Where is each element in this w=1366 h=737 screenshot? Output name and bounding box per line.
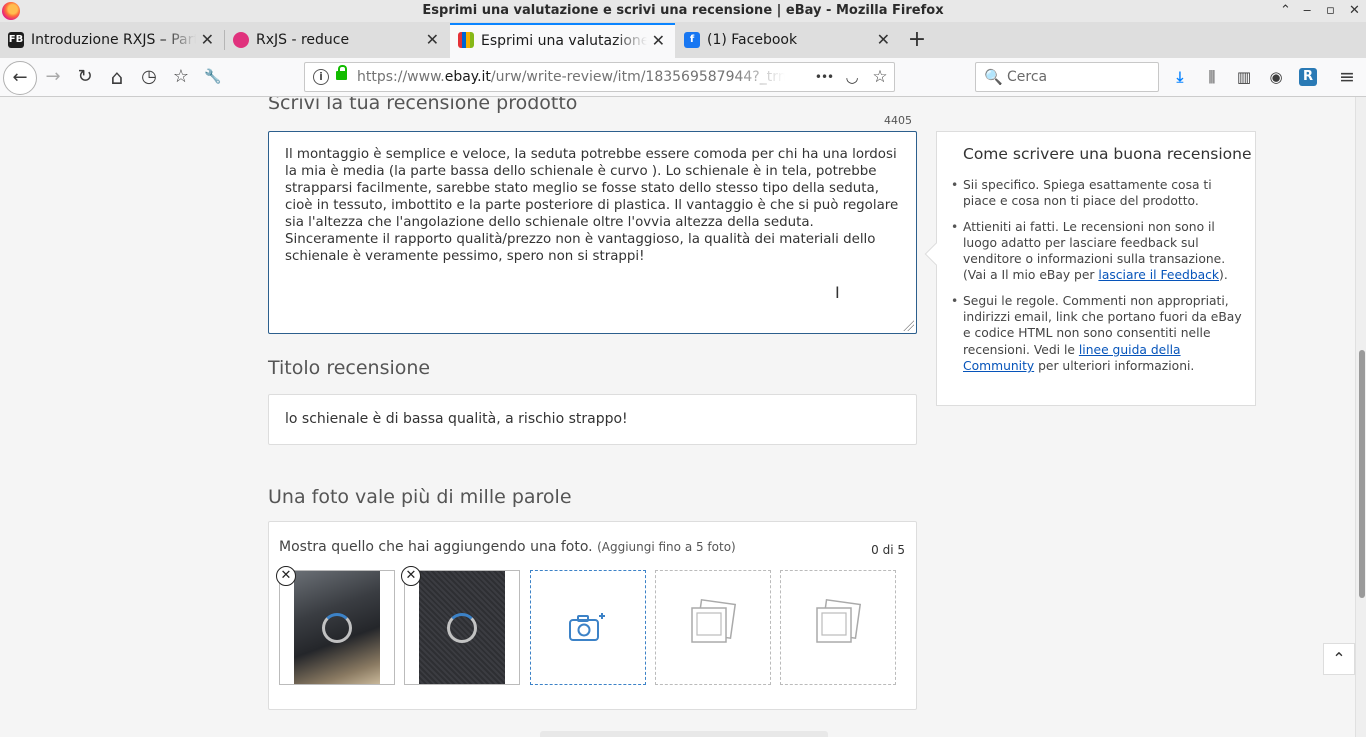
loading-spinner-icon: [447, 612, 477, 643]
home-button[interactable]: ⌂: [104, 64, 130, 90]
review-title-input[interactable]: lo schienale è di bassa qualità, a risch…: [268, 394, 917, 445]
chair-photo-1: [294, 571, 380, 684]
photos-heading: Una foto vale più di mille parole: [268, 486, 572, 508]
remove-photo-icon[interactable]: ✕: [276, 566, 296, 586]
tab-rxjs-reduce[interactable]: RxJS - reduce ✕: [225, 23, 449, 57]
photo-placeholder-icon: [691, 598, 737, 643]
character-counter: 4405: [884, 114, 912, 127]
tab-label: Esprimi una valutazione e: [481, 33, 647, 49]
tips-title: Come scrivere una buona recensione: [963, 145, 1252, 163]
restore-window-icon[interactable]: ‒: [1303, 0, 1311, 22]
loading-spinner-icon: [322, 612, 352, 643]
close-tab-icon[interactable]: ✕: [426, 23, 439, 57]
photo-slot-2[interactable]: ✕: [401, 566, 520, 685]
photo-slot-1[interactable]: ✕: [276, 566, 395, 685]
close-window-icon[interactable]: ✕: [1349, 0, 1360, 22]
window-title: Esprimi una valutazione e scrivi una rec…: [422, 3, 944, 18]
search-placeholder: Cerca: [1007, 69, 1048, 85]
review-title-heading: Titolo recensione: [268, 357, 431, 379]
tab-label: RxJS - reduce: [256, 32, 350, 48]
tab-label: Introduzione RXJS – Parte: [31, 32, 196, 48]
tab-label: (1) Facebook: [707, 32, 798, 48]
review-text: Il montaggio è semplice e veloce, la sed…: [285, 147, 899, 264]
photo-upload-panel: Mostra quello che hai aggiungendo una fo…: [268, 521, 917, 710]
photo-count: 0 di 5: [871, 543, 905, 557]
tab-bar: FB Introduzione RXJS – Parte ✕ RxJS - re…: [0, 22, 1366, 58]
review-tips-panel: Come scrivere una buona recensione Sii s…: [924, 131, 1256, 406]
add-photo-button[interactable]: [530, 570, 646, 685]
window-titlebar: Esprimi una valutazione e scrivi una rec…: [0, 0, 1366, 22]
tab-ebay-review[interactable]: Esprimi una valutazione e ✕: [450, 23, 675, 58]
tab-rxjs-intro[interactable]: FB Introduzione RXJS – Parte ✕: [0, 23, 224, 57]
url-text[interactable]: https://www.ebay.it/urw/write-review/itm…: [357, 63, 785, 91]
library-icon[interactable]: ⫼: [1201, 66, 1223, 88]
bookmarks-icon[interactable]: ☆: [168, 64, 194, 90]
tips-pointer-arrow: [924, 242, 948, 266]
maximize-window-icon[interactable]: ▫: [1326, 0, 1335, 22]
forward-button[interactable]: →: [40, 64, 66, 90]
tips-list: Sii specifico. Spiega esattamente cosa t…: [951, 177, 1243, 383]
resize-handle-icon[interactable]: [902, 319, 914, 331]
new-tab-button[interactable]: +: [905, 22, 929, 58]
photo-placeholder-icon: [816, 598, 862, 643]
rxjs-favicon-icon: [233, 32, 249, 48]
sidebar-icon[interactable]: ▥: [1233, 66, 1255, 88]
menu-icon[interactable]: ≡: [1336, 66, 1358, 88]
next-section-edge: [540, 731, 828, 737]
ebay-bag-favicon-icon: [458, 32, 474, 48]
secure-lock-icon[interactable]: [336, 65, 347, 80]
chair-photo-2: [419, 571, 505, 684]
close-tab-icon[interactable]: ✕: [877, 23, 890, 57]
search-icon: 🔍: [984, 68, 1003, 86]
bookmark-star-icon[interactable]: ☆: [869, 66, 891, 88]
site-info-icon[interactable]: i: [313, 69, 329, 85]
navigation-toolbar: ← → ↻ ⌂ ◷ ☆ 🔧 i https://www.ebay.it/urw/…: [0, 58, 1366, 97]
tip-be-specific: Sii specifico. Spiega esattamente cosa t…: [951, 177, 1243, 210]
page-content: Scrivi la tua recensione prodotto 4405 I…: [0, 97, 1355, 737]
pocket-icon[interactable]: ◡: [841, 66, 863, 88]
empty-photo-slot-4[interactable]: [655, 570, 771, 685]
extension-r-icon[interactable]: R: [1299, 68, 1317, 86]
rxjs-intro-favicon-icon: FB: [8, 32, 24, 48]
download-icon[interactable]: ⤓: [1169, 66, 1191, 88]
page-scrollbar[interactable]: [1355, 97, 1366, 737]
review-textarea[interactable]: Il montaggio è semplice e veloce, la sed…: [268, 131, 917, 334]
tools-wrench-icon[interactable]: 🔧: [200, 64, 226, 90]
facebook-favicon-icon: f: [684, 32, 700, 48]
tip-rules: Segui le regole. Commenti non appropriat…: [951, 293, 1243, 374]
remove-photo-icon[interactable]: ✕: [401, 566, 421, 586]
sync-account-icon[interactable]: ◉: [1265, 66, 1287, 88]
search-bar[interactable]: 🔍 Cerca: [975, 62, 1159, 92]
add-camera-icon: [569, 613, 605, 641]
photo-prompt: Mostra quello che hai aggiungendo una fo…: [279, 539, 736, 555]
empty-photo-slot-5[interactable]: [780, 570, 896, 685]
tab-facebook[interactable]: f (1) Facebook ✕: [676, 23, 900, 57]
text-cursor-icon: I: [835, 283, 840, 302]
back-button[interactable]: ←: [3, 61, 37, 95]
close-tab-icon[interactable]: ✕: [652, 25, 665, 57]
reload-button[interactable]: ↻: [72, 64, 98, 90]
close-tab-icon[interactable]: ✕: [201, 23, 214, 57]
history-icon[interactable]: ◷: [136, 64, 162, 90]
review-section-title: Scrivi la tua recensione prodotto: [268, 97, 578, 114]
leave-feedback-link[interactable]: lasciare il Feedback: [1098, 268, 1219, 282]
url-bar[interactable]: i https://www.ebay.it/urw/write-review/i…: [304, 62, 895, 92]
tip-facts: Attieniti ai fatti. Le recensioni non so…: [951, 219, 1243, 284]
scrollbar-thumb[interactable]: [1359, 350, 1365, 598]
back-to-top-button[interactable]: ⌃: [1323, 643, 1355, 675]
firefox-logo-icon: [2, 2, 20, 20]
minimize-window-icon[interactable]: ⌃: [1280, 0, 1291, 22]
page-actions-icon[interactable]: •••: [813, 66, 835, 88]
